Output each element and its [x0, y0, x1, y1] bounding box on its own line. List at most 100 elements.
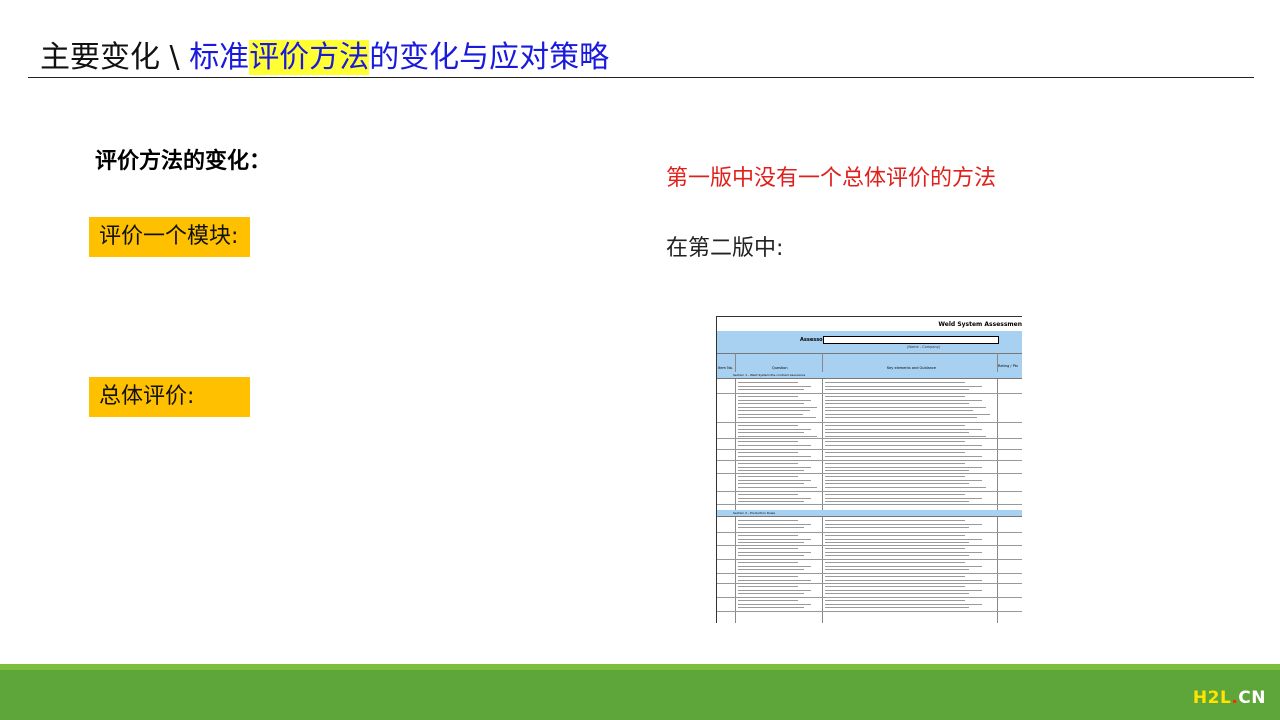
sheet-section-2-label: Section 2 - Production Rules: [733, 511, 776, 515]
sheet-text-line: [738, 527, 804, 528]
sheet-text-line: [738, 399, 811, 401]
sheet-text-line: [825, 403, 969, 404]
sheet-text-line: [825, 603, 982, 605]
sheet-text-line: [738, 551, 811, 553]
sheet-text-line: [738, 562, 798, 563]
sheet-text-line: [738, 441, 798, 442]
footer-bar-highlight: [0, 664, 1280, 670]
sheet-text-line: [738, 535, 798, 536]
sheet-text-line: [825, 600, 965, 601]
sheet-col-item: Item No.: [718, 366, 733, 370]
sheet-text-line: [825, 586, 965, 587]
logo-h2l: H2L: [1192, 688, 1232, 708]
sheet-row: [717, 422, 1022, 439]
title-suffix: 的变化与应对策略: [369, 40, 610, 75]
sheet-text-line: [738, 501, 804, 502]
sheet-text-line: [825, 542, 969, 543]
sheet-row: [717, 393, 1022, 423]
sheet-row: [717, 583, 1022, 598]
sheet-col-rating: Rating / Pts: [998, 364, 1018, 368]
sheet-text-line: [825, 470, 969, 471]
sheet-text-line: [825, 486, 986, 488]
sheet-text-line: [825, 589, 982, 591]
sheet-text-line: [825, 455, 982, 457]
sheet-text-line: [738, 413, 803, 415]
sheet-text-line: [738, 569, 804, 570]
sheet-text-line: [738, 417, 816, 418]
sheet-text-line: [738, 555, 804, 556]
sheet-text-line: [825, 565, 982, 567]
sheet-row: [717, 559, 1022, 574]
sheet-text-line: [825, 413, 990, 415]
sheet-text-line: [825, 520, 965, 521]
sheet-text-line: [738, 452, 798, 453]
sheet-text-line: [738, 589, 811, 591]
sheet-text-line: [738, 476, 798, 477]
sheet-text-line: [738, 455, 811, 457]
sheet-text-line: [738, 486, 817, 488]
sheet-text-line: [825, 569, 969, 570]
sheet-row: [717, 379, 1022, 394]
sheet-text-line: [825, 479, 982, 481]
sheet-text-line: [738, 435, 817, 437]
sheet-section-1: Section 1 - Weld System Pre-contract Ass…: [717, 372, 1022, 379]
sheet-text-line: [825, 385, 982, 387]
sheet-text-line: [738, 403, 804, 404]
sheet-text-line: [825, 441, 965, 442]
title-divider: [28, 77, 1254, 78]
sheet-text-line: [738, 396, 798, 397]
sheet-text-line: [825, 382, 965, 383]
sheet-text-line: [738, 593, 804, 594]
sheet-text-line: [738, 382, 798, 383]
tag-overall-assessment: 总体评价:: [89, 377, 250, 417]
sheet-text-line: [738, 466, 811, 468]
sheet-text-line: [825, 548, 965, 549]
sheet-text-line: [738, 576, 798, 577]
sheet-text-line: [738, 479, 811, 481]
sheet-text-line: [738, 406, 817, 408]
sheet-text-line: [825, 535, 965, 536]
sheet-text-line: [738, 579, 811, 581]
slide-title: 主要变化 \ 标准评价方法的变化与应对策略: [40, 38, 609, 78]
sheet-text-line: [738, 389, 804, 390]
sheet-text-line: [825, 555, 969, 556]
sheet-text-line: [738, 483, 804, 484]
title-prefix: 主要变化 \: [40, 40, 190, 75]
sheet-text-line: [825, 466, 982, 468]
footer-bar: [0, 664, 1280, 720]
sheet-text-line: [738, 520, 798, 521]
sheet-section-1-label: Section 1 - Weld System Pre-contract Ass…: [733, 373, 806, 377]
sheet-text-line: [825, 389, 969, 390]
sheet-text-line: [825, 494, 965, 495]
sheet-text-line: [825, 463, 965, 464]
sheet-text-line: [825, 607, 969, 608]
sheet-text-line: [825, 396, 965, 397]
tag-module-assessment: 评价一个模块:: [89, 217, 250, 257]
second-edition-note: 在第二版中:: [666, 236, 784, 261]
sheet-row: [717, 460, 1022, 474]
sheet-text-line: [738, 494, 798, 495]
sheet-col-guidance: Key elements and Guidance: [887, 366, 937, 370]
sheet-row: [717, 597, 1022, 612]
sheet-text-line: [738, 432, 804, 433]
logo-cn: CN: [1238, 688, 1266, 708]
sheet-text-line: [738, 497, 811, 499]
sheet-text-line: [738, 444, 811, 446]
title-standard: 标准: [189, 40, 250, 75]
sheet-row: [717, 491, 1022, 505]
sheet-text-line: [738, 607, 804, 608]
sheet-text-line: [738, 538, 811, 540]
sheet-text-line: [825, 551, 982, 553]
sheet-text-line: [825, 579, 982, 581]
sheet-text-line: [825, 432, 969, 433]
sheet-text-line: [738, 600, 798, 601]
sheet-text-line: [738, 542, 804, 543]
assessment-spreadsheet-thumbnail: Weld System Assessmen Assessor (Name - C…: [716, 316, 1022, 623]
sheet-assessor-label: Assessor: [800, 337, 826, 343]
sheet-assessor-field: [823, 336, 999, 344]
sheet-text-line: [825, 483, 969, 484]
sheet-text-line: [825, 562, 965, 563]
sheet-text-line: [738, 385, 811, 387]
sheet-text-line: [738, 425, 798, 426]
sheet-text-line: [738, 523, 811, 525]
